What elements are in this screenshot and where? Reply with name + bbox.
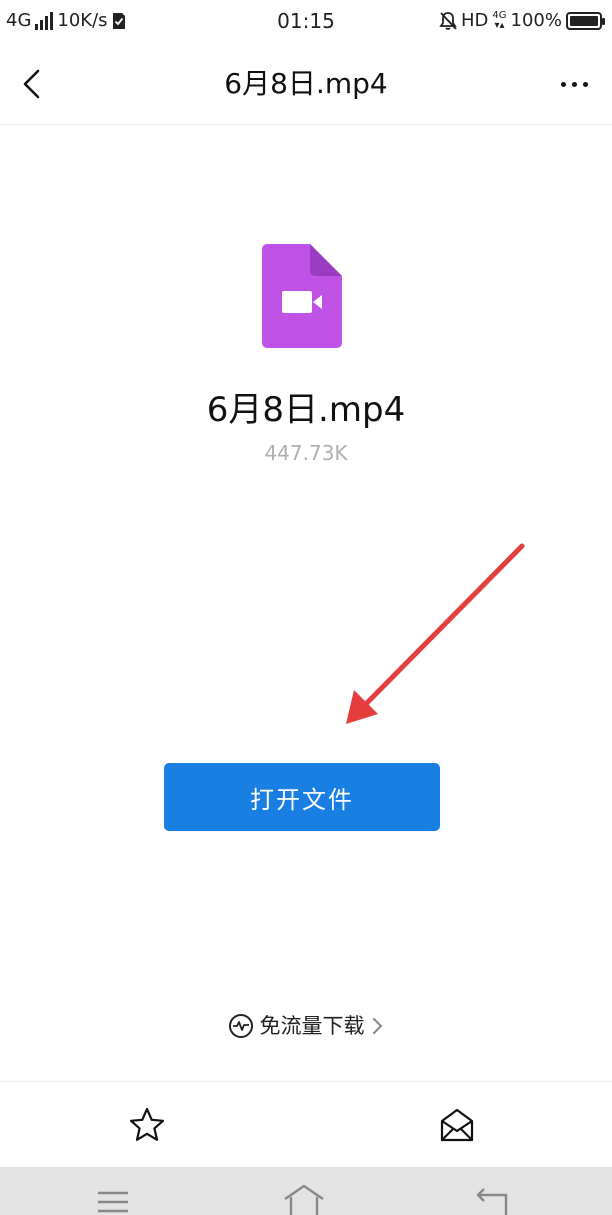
- more-button[interactable]: [554, 68, 594, 100]
- battery-percent: 100%: [510, 10, 562, 31]
- free-download-link[interactable]: 免流量下载: [0, 1010, 612, 1042]
- video-file-icon: [262, 244, 342, 348]
- open-file-button[interactable]: 打开文件: [164, 763, 440, 831]
- menu-icon[interactable]: [96, 1189, 130, 1215]
- battery-icon: [566, 12, 605, 30]
- network-type-2: 4G ▾▴: [492, 10, 507, 31]
- home-icon[interactable]: [282, 1183, 326, 1215]
- hd-indicator: HD: [461, 10, 489, 31]
- star-icon: [129, 1107, 165, 1141]
- status-right: HD 4G ▾▴ 100%: [439, 9, 605, 33]
- envelope-open-icon: [440, 1108, 474, 1142]
- free-download-label: 免流量下载: [259, 1014, 365, 1038]
- file-size: 447.73K: [264, 441, 348, 465]
- more-horizontal-icon: [560, 81, 566, 87]
- open-file-label: 打开文件: [250, 785, 354, 814]
- back-icon[interactable]: [474, 1185, 510, 1215]
- chevron-right-icon: [372, 1018, 382, 1034]
- share-mail-button[interactable]: [438, 1106, 476, 1144]
- pulse-icon: [228, 1014, 253, 1038]
- header: 6月8日.mp4: [0, 44, 612, 125]
- action-bar: [0, 1081, 612, 1168]
- bell-off-icon: [439, 12, 457, 30]
- system-nav-bar: [0, 1167, 612, 1215]
- favorite-button[interactable]: [128, 1106, 166, 1144]
- page-title: 6月8日.mp4: [224, 67, 388, 100]
- red-arrow-icon: [346, 543, 525, 724]
- file-name: 6月8日.mp4: [206, 390, 406, 430]
- status-bar: 4G 10K/s 01:15 HD 4G ▾▴ 100%: [0, 0, 612, 44]
